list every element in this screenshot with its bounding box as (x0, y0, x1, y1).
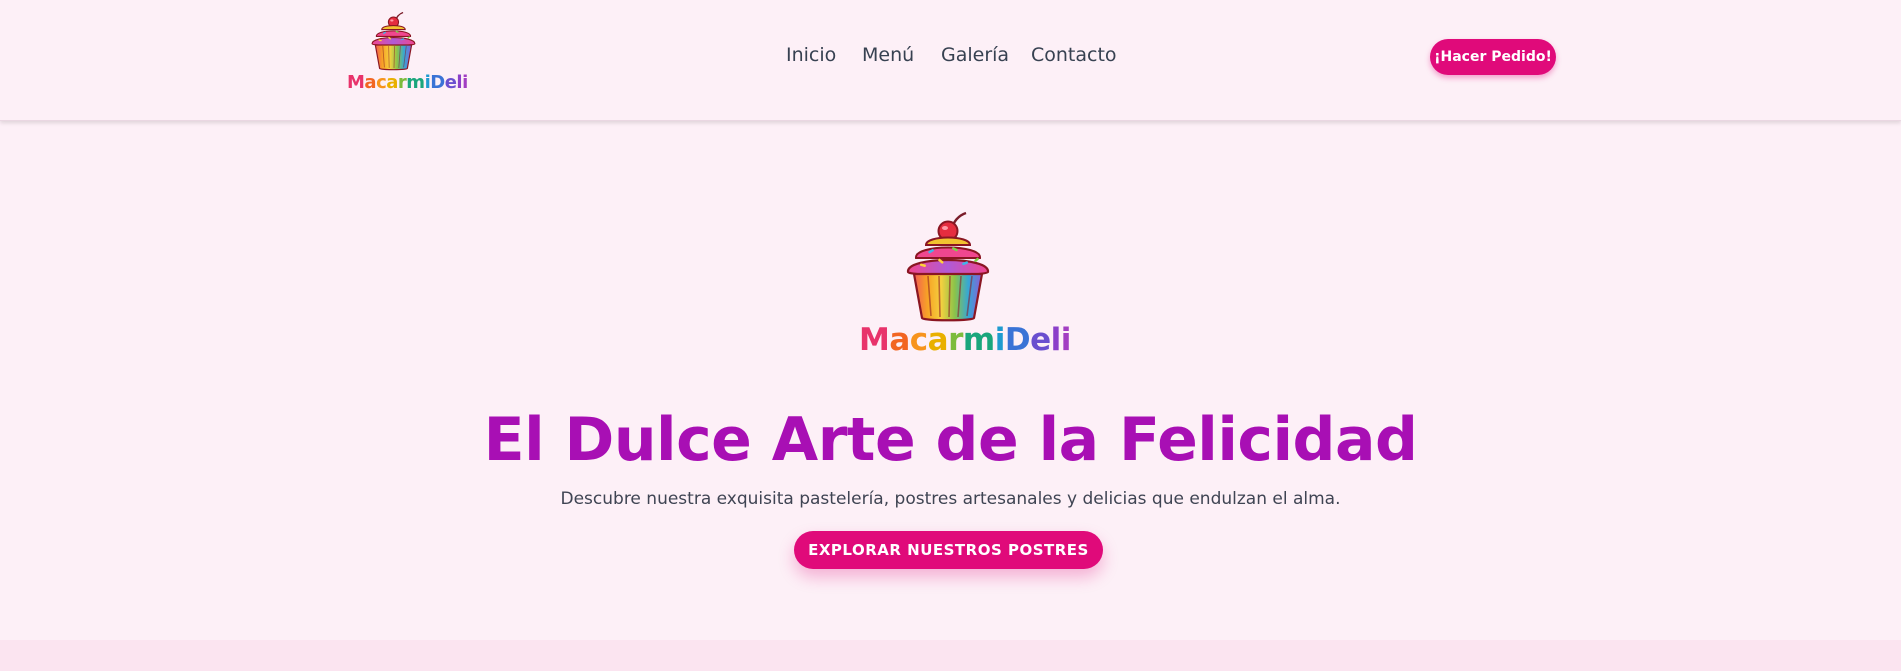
next-section-band (0, 640, 1901, 671)
brand-letter: c (376, 72, 387, 93)
brand-letter: m (406, 72, 425, 93)
brand-letter: e (444, 72, 457, 93)
brand-letter: a (386, 72, 398, 93)
nav-link-menu[interactable]: Menú (862, 44, 914, 66)
nav-link-contacto[interactable]: Contacto (1031, 44, 1117, 66)
hero-title: El Dulce Arte de la Felicidad (483, 405, 1418, 475)
brand-wordmark: MacarmiDeli (347, 72, 468, 93)
brand-letter: l (1050, 322, 1062, 358)
brand-letter: a (927, 322, 949, 358)
brand-letter: a (364, 72, 377, 93)
brand-letter: M (859, 322, 890, 358)
brand-letter: a (889, 322, 910, 358)
brand-wordmark: MacarmiDeli (859, 322, 1071, 358)
hero-subtitle: Descubre nuestra exquisita pastelería, p… (560, 489, 1341, 509)
brand-letter: M (347, 72, 365, 93)
brand-letter: D (430, 72, 445, 93)
cupcake-logo-icon (904, 210, 994, 323)
brand-letter: i (994, 322, 1006, 358)
hero-logo: MacarmiDeli (855, 210, 1071, 370)
navbar: MacarmiDeli Inicio Menú Galería Contacto… (0, 0, 1901, 121)
brand-letter: m (962, 322, 995, 358)
brand-letter: e (1030, 322, 1051, 358)
brand-letter: r (948, 322, 963, 358)
cupcake-logo-icon (370, 10, 418, 72)
nav-link-galeria[interactable]: Galería (941, 44, 1009, 66)
explore-desserts-button[interactable]: EXPLORAR NUESTROS POSTRES (794, 531, 1103, 569)
nav-logo[interactable]: MacarmiDeli (346, 10, 468, 94)
nav-link-inicio[interactable]: Inicio (786, 44, 836, 66)
brand-letter: c (909, 322, 928, 358)
brand-letter: i (462, 72, 468, 93)
brand-letter: D (1004, 322, 1031, 358)
brand-letter: i (1060, 322, 1072, 358)
order-button[interactable]: ¡Hacer Pedido! (1430, 39, 1556, 75)
